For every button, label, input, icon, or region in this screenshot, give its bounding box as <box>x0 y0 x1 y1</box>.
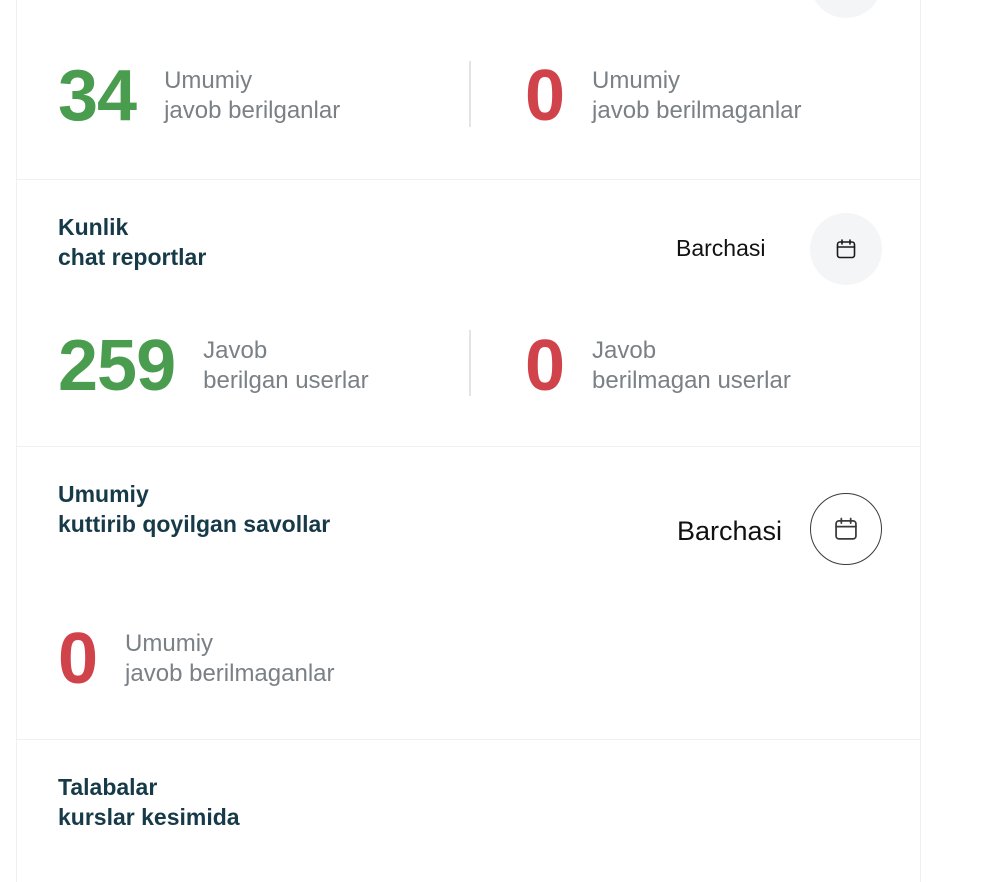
answered-users-count: 259 <box>58 326 176 406</box>
pending-unanswered-count: 0 <box>58 619 98 699</box>
answered-total-stat: 34 Umumiy javob berilganlar <box>58 60 340 132</box>
answered-count: 34 <box>58 56 137 136</box>
card-title: Umumiy kuttirib qoyilgan savollar <box>58 481 331 537</box>
card-title: Kunlik chat reportlar <box>58 214 207 270</box>
unanswered-users-label: Javob berilmagan userlar <box>592 337 791 394</box>
unanswered-users-stat: 0 Javob berilmagan userlar <box>525 330 791 402</box>
calendar-icon <box>835 517 857 540</box>
stat-divider <box>469 330 471 396</box>
calendar-icon <box>836 239 856 259</box>
period-filter-label[interactable]: Barchasi <box>677 516 782 547</box>
unanswered-count-label: Umumiy javob berilmaganlar <box>592 67 802 124</box>
pending-unanswered-label: Umumiy javob berilmaganlar <box>125 630 335 687</box>
answered-users-label: Javob berilgan userlar <box>203 337 369 394</box>
daily-chat-report-card: Kunlik chat reportlar Barchasi 259 Javob… <box>16 180 921 447</box>
dashboard-page: 34 Umumiy javob berilganlar 0 Umumiy jav… <box>0 0 1000 882</box>
card-title: Talabalar kurslar kesimida <box>58 774 240 830</box>
answered-users-stat: 259 Javob berilgan userlar <box>58 330 369 402</box>
period-filter-label[interactable]: Barchasi <box>676 235 765 262</box>
unanswered-total-stat: 0 Umumiy javob berilmaganlar <box>525 60 802 132</box>
unanswered-users-count: 0 <box>525 326 565 406</box>
students-by-course-card: Talabalar kurslar kesimida <box>16 740 921 882</box>
answered-total-card: 34 Umumiy javob berilganlar 0 Umumiy jav… <box>16 0 921 180</box>
calendar-button[interactable] <box>810 213 882 285</box>
calendar-button[interactable] <box>810 493 882 565</box>
stat-divider <box>469 61 471 127</box>
answered-count-label: Umumiy javob berilganlar <box>164 67 341 124</box>
pending-unanswered-stat: 0 Umumiy javob berilmaganlar <box>58 623 335 695</box>
calendar-button[interactable] <box>810 0 882 18</box>
unanswered-count: 0 <box>525 56 565 136</box>
pending-questions-card: Umumiy kuttirib qoyilgan savollar Barcha… <box>16 447 921 740</box>
